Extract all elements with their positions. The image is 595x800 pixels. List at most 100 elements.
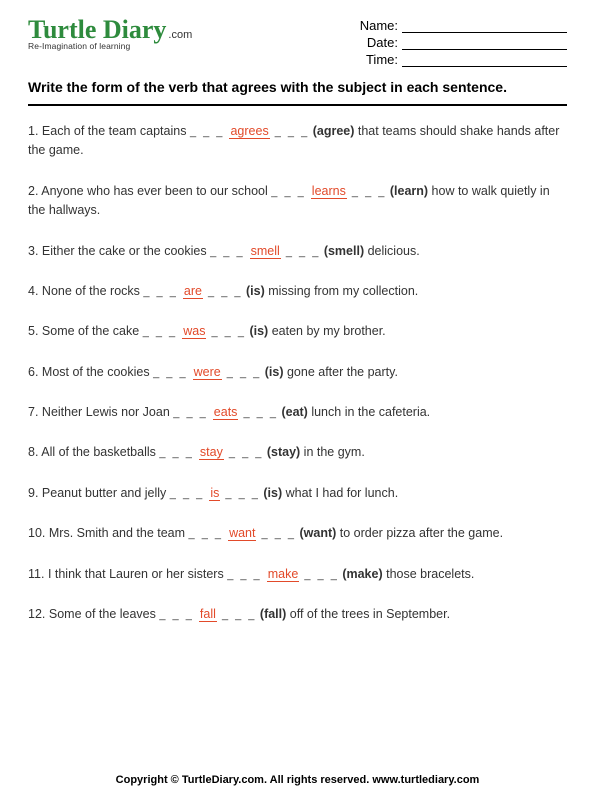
blank-dashes: _ _ _ xyxy=(271,186,311,198)
time-label: Time: xyxy=(348,52,398,67)
question-pre: All of the basketballs xyxy=(41,445,156,459)
blank-dashes: _ _ _ xyxy=(220,488,260,500)
question-number: 3. xyxy=(28,244,38,258)
question-post: those bracelets. xyxy=(383,567,475,581)
question-row: 12. Some of the leaves _ _ _ fall _ _ _ … xyxy=(28,605,567,624)
verb-hint: (is) xyxy=(249,324,268,338)
answer-text: were xyxy=(193,365,222,380)
blank-dashes: _ _ _ xyxy=(256,528,296,540)
question-row: 2. Anyone who has ever been to our schoo… xyxy=(28,182,567,221)
question-post: off of the trees in September. xyxy=(286,607,450,621)
question-row: 11. I think that Lauren or her sisters _… xyxy=(28,565,567,584)
question-number: 12. xyxy=(28,607,45,621)
blank-dashes: _ _ _ xyxy=(173,407,213,419)
blank-dashes: _ _ _ xyxy=(170,488,210,500)
question-number: 6. xyxy=(28,365,38,379)
verb-hint: (smell) xyxy=(324,244,364,258)
question-row: 10. Mrs. Smith and the team _ _ _ want _… xyxy=(28,524,567,543)
blank-dashes: _ _ _ xyxy=(159,447,199,459)
question-pre: Each of the team captains xyxy=(42,124,187,138)
instructions: Write the form of the verb that agrees w… xyxy=(28,77,567,106)
verb-hint: (is) xyxy=(246,284,265,298)
question-pre: Peanut butter and jelly xyxy=(42,486,166,500)
question-post: in the gym. xyxy=(300,445,365,459)
logo-tagline: Re-Imagination of learning xyxy=(28,41,192,51)
blank-dashes: _ _ _ xyxy=(238,407,278,419)
name-blank xyxy=(402,19,567,33)
blank-dashes: _ _ _ xyxy=(210,246,250,258)
verb-hint: (eat) xyxy=(281,405,307,419)
answer-text: smell xyxy=(250,244,281,259)
answer-text: agrees xyxy=(229,124,269,139)
answer-text: eats xyxy=(213,405,239,420)
verb-hint: (learn) xyxy=(390,184,428,198)
question-post: gone after the party. xyxy=(284,365,398,379)
answer-text: is xyxy=(209,486,220,501)
question-number: 4. xyxy=(28,284,38,298)
verb-hint: (agree) xyxy=(313,124,355,138)
answer-text: stay xyxy=(199,445,224,460)
answer-text: learns xyxy=(311,184,347,199)
blank-dashes: _ _ _ xyxy=(347,186,387,198)
question-pre: Mrs. Smith and the team xyxy=(49,526,185,540)
blank-dashes: _ _ _ xyxy=(281,246,321,258)
question-number: 9. xyxy=(28,486,38,500)
question-pre: Anyone who has ever been to our school xyxy=(41,184,268,198)
blank-dashes: _ _ _ xyxy=(203,286,243,298)
question-pre: Neither Lewis nor Joan xyxy=(42,405,170,419)
answer-text: want xyxy=(228,526,256,541)
date-blank xyxy=(402,36,567,50)
question-number: 5. xyxy=(28,324,38,338)
question-number: 11. xyxy=(28,567,44,581)
answer-text: was xyxy=(182,324,206,339)
question-post: missing from my collection. xyxy=(265,284,419,298)
blank-dashes: _ _ _ xyxy=(227,569,267,581)
question-number: 8. xyxy=(28,445,38,459)
question-row: 9. Peanut butter and jelly _ _ _ is _ _ … xyxy=(28,484,567,503)
time-blank xyxy=(402,53,567,67)
question-post: what I had for lunch. xyxy=(282,486,398,500)
question-pre: Some of the leaves xyxy=(49,607,156,621)
blank-dashes: _ _ _ xyxy=(299,569,339,581)
blank-dashes: _ _ _ xyxy=(224,447,264,459)
question-row: 3. Either the cake or the cookies _ _ _ … xyxy=(28,242,567,261)
verb-hint: (is) xyxy=(265,365,284,379)
verb-hint: (fall) xyxy=(260,607,286,621)
question-number: 1. xyxy=(28,124,38,138)
blank-dashes: _ _ _ xyxy=(270,126,310,138)
question-post: delicious. xyxy=(364,244,420,258)
verb-hint: (is) xyxy=(263,486,282,500)
footer: Copyright © TurtleDiary.com. All rights … xyxy=(0,774,595,786)
logo-text: Turtle Diary xyxy=(28,15,166,44)
question-pre: Either the cake or the cookies xyxy=(42,244,207,258)
question-post: eaten by my brother. xyxy=(268,324,385,338)
question-pre: Some of the cake xyxy=(42,324,139,338)
question-pre: Most of the cookies xyxy=(42,365,150,379)
question-post: lunch in the cafeteria. xyxy=(308,405,430,419)
question-row: 4. None of the rocks _ _ _ are _ _ _ (is… xyxy=(28,282,567,301)
question-number: 7. xyxy=(28,405,38,419)
blank-dashes: _ _ _ xyxy=(206,326,246,338)
question-row: 7. Neither Lewis nor Joan _ _ _ eats _ _… xyxy=(28,403,567,422)
blank-dashes: _ _ _ xyxy=(217,609,257,621)
date-label: Date: xyxy=(348,35,398,50)
blank-dashes: _ _ _ xyxy=(159,609,199,621)
question-row: 5. Some of the cake _ _ _ was _ _ _ (is)… xyxy=(28,322,567,341)
verb-hint: (stay) xyxy=(267,445,300,459)
blank-dashes: _ _ _ xyxy=(222,367,262,379)
blank-dashes: _ _ _ xyxy=(190,126,230,138)
question-row: 6. Most of the cookies _ _ _ were _ _ _ … xyxy=(28,363,567,382)
question-number: 2. xyxy=(28,184,38,198)
header: Turtle Diary.com Re-Imagination of learn… xyxy=(28,18,567,69)
question-post: to order pizza after the game. xyxy=(336,526,503,540)
question-pre: None of the rocks xyxy=(42,284,140,298)
verb-hint: (make) xyxy=(342,567,382,581)
blank-dashes: _ _ _ xyxy=(153,367,193,379)
answer-text: make xyxy=(267,567,300,582)
question-row: 1. Each of the team captains _ _ _ agree… xyxy=(28,122,567,161)
logo-dotcom: .com xyxy=(168,29,192,41)
name-label: Name: xyxy=(348,18,398,33)
blank-dashes: _ _ _ xyxy=(143,326,183,338)
logo: Turtle Diary.com Re-Imagination of learn… xyxy=(28,18,192,69)
verb-hint: (want) xyxy=(299,526,336,540)
